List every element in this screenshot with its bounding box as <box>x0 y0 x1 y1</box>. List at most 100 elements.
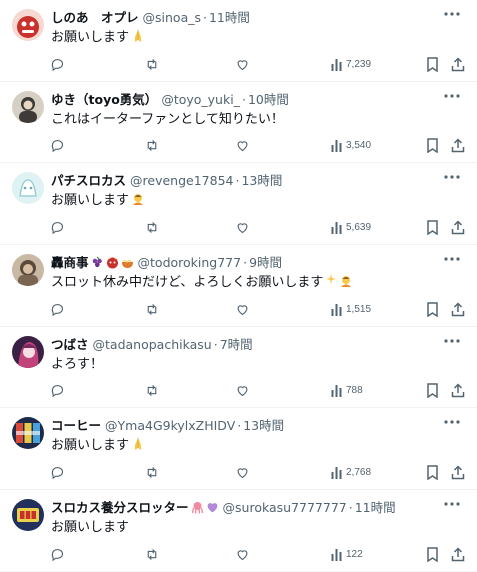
share-button[interactable] <box>451 299 465 319</box>
reply-button[interactable] <box>50 299 65 319</box>
share-button[interactable] <box>451 462 465 482</box>
grapes-emoji-icon <box>92 256 102 268</box>
reply-header: パチスロカス @revenge17854 · 13時間 <box>51 172 433 189</box>
reply-item[interactable]: 轟商事 @todoroking777 · 9時間 スロット休み中だけど、よろしくお願い… <box>0 245 477 327</box>
avatar[interactable] <box>12 335 44 368</box>
bookmark-icon <box>427 220 438 235</box>
retweet-button[interactable] <box>144 217 160 237</box>
display-name[interactable]: つばさ <box>51 337 89 352</box>
retweet-button[interactable] <box>144 462 160 482</box>
like-button[interactable] <box>235 217 250 237</box>
more-options-button[interactable] <box>441 87 463 105</box>
bookmark-button[interactable] <box>426 544 439 564</box>
like-button[interactable] <box>235 299 250 319</box>
more-options-button[interactable] <box>441 168 463 186</box>
bookmark-button[interactable] <box>426 54 439 74</box>
like-button[interactable] <box>235 544 250 564</box>
reply-button[interactable] <box>50 54 65 74</box>
display-name[interactable]: コーヒー <box>51 418 101 433</box>
timestamp[interactable]: 13時間 <box>241 173 282 188</box>
user-handle[interactable]: @toyo_yuki_ <box>161 92 240 107</box>
reply-item[interactable]: つばさ @tadanopachikasu · 7時間 よろす！ 788 <box>0 327 477 409</box>
share-button[interactable] <box>451 54 465 74</box>
views-button[interactable]: 788 <box>331 381 363 401</box>
timestamp[interactable]: 11時間 <box>209 10 250 25</box>
more-options-button[interactable] <box>441 5 463 23</box>
share-button[interactable] <box>451 136 465 156</box>
avatar[interactable] <box>12 417 44 450</box>
reply-button[interactable] <box>50 217 65 237</box>
views-count: 2,768 <box>346 466 372 478</box>
views-chart-icon <box>331 140 342 153</box>
reply-text-row: お願いします <box>51 437 145 455</box>
bookmark-button[interactable] <box>426 299 439 319</box>
more-options-button[interactable] <box>441 413 463 431</box>
views-button[interactable]: 5,639 <box>331 217 371 237</box>
reply-item[interactable]: しのあ オプレ @sinoa_s · 11時間 お願いします 7,239 <box>0 0 477 82</box>
views-button[interactable]: 3,540 <box>331 136 371 156</box>
retweet-button[interactable] <box>144 54 160 74</box>
avatar[interactable] <box>12 499 44 532</box>
bookmark-button[interactable] <box>426 136 439 156</box>
timestamp[interactable]: 10時間 <box>248 92 289 107</box>
retweet-button[interactable] <box>144 381 160 401</box>
display-name[interactable]: 轟商事 <box>51 255 89 270</box>
reply-button[interactable] <box>50 381 65 401</box>
display-name[interactable]: しのあ オプレ <box>51 10 139 25</box>
noodle-bowl-emoji-icon <box>121 259 133 269</box>
separator-dot: · <box>237 418 242 434</box>
display-name[interactable]: パチスロカス <box>51 173 126 188</box>
reply-button[interactable] <box>50 462 65 482</box>
reply-button[interactable] <box>50 544 65 564</box>
more-options-button[interactable] <box>441 250 463 268</box>
user-handle[interactable]: @revenge17854 <box>130 173 233 188</box>
more-options-button[interactable] <box>441 495 463 513</box>
share-button[interactable] <box>451 544 465 564</box>
pray-hands-emoji-icon <box>135 30 142 42</box>
share-icon <box>451 138 465 153</box>
views-button[interactable]: 2,768 <box>331 462 371 482</box>
reply-item[interactable]: スロカス養分スロッター @surokasu7777777 · 11時間 お願いします … <box>0 490 477 572</box>
display-name[interactable]: スロカス養分スロッター <box>51 500 189 515</box>
reply-item[interactable]: コーヒー @Yma4G9kylxZHIDV · 13時間 お願いします 2,768 <box>0 408 477 491</box>
user-handle[interactable]: @tadanopachikasu <box>93 337 212 352</box>
like-button[interactable] <box>235 136 250 156</box>
share-button[interactable] <box>451 217 465 237</box>
retweet-button[interactable] <box>144 136 160 156</box>
timestamp[interactable]: 9時間 <box>249 255 282 270</box>
reply-item[interactable]: ゆき（toyo勇気） @toyo_yuki_ · 10時間 これはイーターファンとして… <box>0 82 477 164</box>
views-button[interactable]: 7,239 <box>331 54 371 74</box>
like-button[interactable] <box>235 54 250 74</box>
avatar[interactable] <box>12 90 44 123</box>
retweet-button[interactable] <box>144 544 160 564</box>
user-handle[interactable]: @Yma4G9kylxZHIDV <box>105 418 235 433</box>
retweet-button[interactable] <box>144 299 160 319</box>
share-button[interactable] <box>451 381 465 401</box>
bookmark-icon <box>427 301 438 317</box>
timestamp[interactable]: 11時間 <box>355 500 396 515</box>
bookmark-button[interactable] <box>426 381 439 401</box>
views-chart-icon <box>331 303 342 316</box>
timestamp[interactable]: 7時間 <box>220 337 253 352</box>
views-button[interactable]: 122 <box>331 544 363 564</box>
avatar[interactable] <box>12 9 44 41</box>
display-name[interactable]: ゆき（toyo勇気） <box>51 92 157 107</box>
avatar[interactable] <box>12 254 44 287</box>
bookmark-button[interactable] <box>426 217 439 237</box>
separator-dot: · <box>203 10 207 25</box>
like-button[interactable] <box>235 381 250 401</box>
bookmark-button[interactable] <box>426 462 439 482</box>
user-handle[interactable]: @surokasu7777777 <box>223 500 347 515</box>
user-handle[interactable]: @todoroking777 <box>138 255 242 270</box>
views-button[interactable]: 1,515 <box>331 299 371 319</box>
separator-dot: · <box>348 500 353 516</box>
reply-item[interactable]: パチスロカス @revenge17854 · 13時間 お願いします 5,639 <box>0 163 477 246</box>
reply-header: しのあ オプレ @sinoa_s · 11時間 <box>51 9 433 26</box>
action-bar: 3,540 <box>45 136 465 156</box>
more-options-button[interactable] <box>441 332 463 350</box>
user-handle[interactable]: @sinoa_s <box>143 10 201 25</box>
like-button[interactable] <box>235 462 250 482</box>
reply-button[interactable] <box>50 136 65 156</box>
avatar[interactable] <box>12 172 44 205</box>
timestamp[interactable]: 13時間 <box>243 418 284 433</box>
